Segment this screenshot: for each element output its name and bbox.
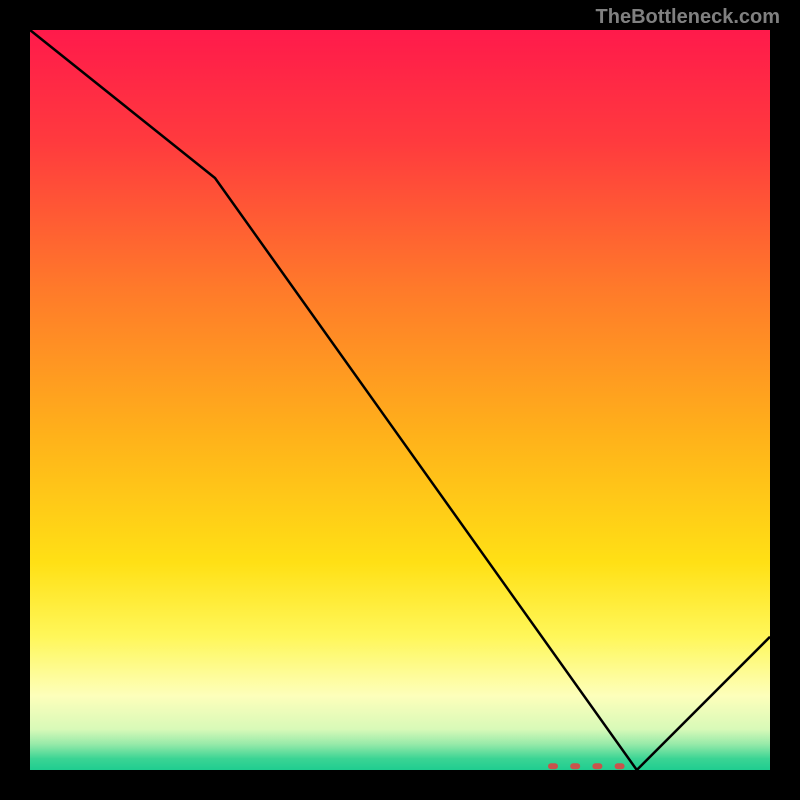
chart-lines [30, 30, 770, 770]
optimal-marker [548, 763, 625, 769]
watermark-text: TheBottleneck.com [596, 6, 780, 29]
chart-frame [30, 30, 770, 770]
chart-container: TheBottleneck.com [0, 0, 800, 800]
bottleneck-curve [30, 30, 770, 770]
